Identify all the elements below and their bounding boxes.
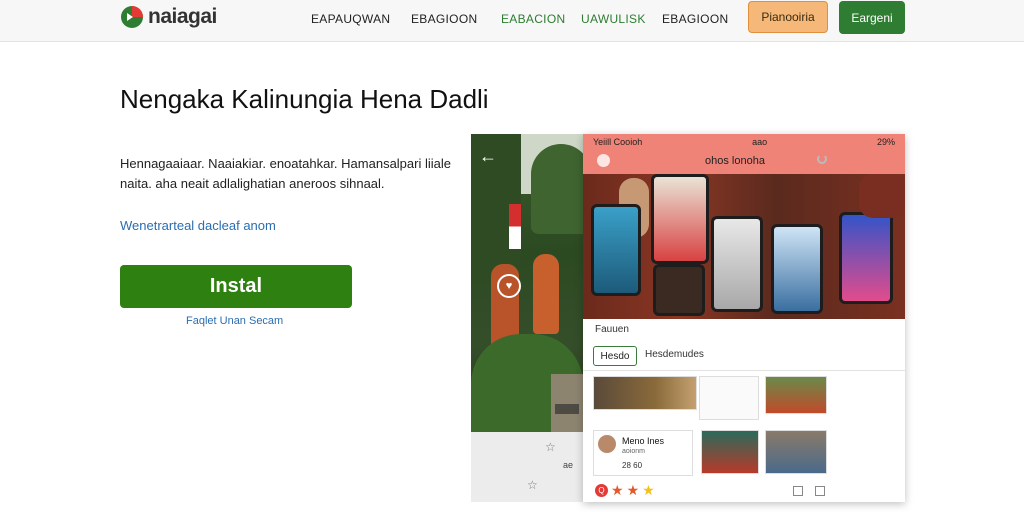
star-icon[interactable]: ★ (642, 483, 655, 497)
temple-photo: ← ♥ (471, 134, 583, 432)
app-title: ohos lonoha (705, 155, 765, 167)
section-label: Fauuen (595, 324, 629, 335)
footer-label: ae (563, 460, 574, 470)
phone-image (771, 224, 823, 314)
flag-icon (509, 204, 521, 249)
star-outline-icon[interactable]: ☆ (545, 440, 556, 454)
status-signal: aao (752, 137, 768, 147)
video-thumbnail[interactable] (701, 430, 759, 474)
video-thumbnail[interactable] (593, 376, 697, 410)
phone-image (839, 212, 893, 304)
nav-item-1[interactable]: EAPAUQWAN (311, 12, 390, 26)
logo[interactable]: naiagai (120, 5, 217, 29)
login-button[interactable]: Eargeni (839, 1, 905, 34)
top-bar: naiagai EAPAUQWAN EBAGIOON EABACION UAWU… (0, 0, 1024, 42)
hero-link[interactable]: Wenetrarteal dacleaf anom (120, 218, 276, 233)
phone-image (651, 174, 709, 264)
phones-banner (583, 174, 905, 319)
filter-chip[interactable]: Hesdo (593, 346, 637, 366)
profile-name: Meno Ines (622, 436, 665, 446)
loading-icon (817, 154, 827, 164)
hero-description: Hennagaaiaar. Naaiakiar. enoatahkar. Ham… (120, 156, 451, 191)
profile-meta: 28 60 (622, 461, 643, 470)
phone-image (653, 264, 705, 316)
avatar (598, 435, 616, 453)
install-button[interactable]: Instal (120, 265, 352, 308)
secondary-link[interactable]: Faqlet Unan Secam (186, 315, 283, 327)
app-icon[interactable] (597, 154, 610, 167)
nav-item-2[interactable]: EBAGIOON (411, 12, 477, 26)
app-screen: Yeiill Cooioh aao 29% ohos lonoha Fauuen… (583, 134, 905, 502)
phone-image (711, 216, 763, 312)
video-thumbnail[interactable] (699, 376, 759, 420)
logo-text: naiagai (148, 5, 217, 28)
divider (583, 370, 905, 371)
video-thumbnail[interactable] (765, 376, 827, 414)
video-thumbnail[interactable] (765, 430, 827, 474)
app-header: ohos lonoha (583, 150, 905, 174)
premium-button[interactable]: Pianooiria (748, 1, 828, 33)
status-bar: Yeiill Cooioh aao 29% (583, 134, 905, 150)
profile-card[interactable]: Meno Ines aoionm 28 60 (593, 430, 693, 476)
back-arrow-icon[interactable]: ← (479, 146, 497, 167)
checkbox[interactable] (793, 486, 803, 496)
rating-row: Q ★ ★ ★ (595, 483, 655, 497)
star-icon[interactable]: ★ (627, 483, 640, 497)
phone-image (591, 204, 641, 296)
star-icon[interactable]: ★ (611, 483, 624, 497)
photo-footer: ☆ ae ☆ (471, 432, 583, 502)
video-controls[interactable] (555, 404, 579, 414)
rating-badge-icon: Q (595, 483, 608, 497)
star-outline-icon[interactable]: ☆ (527, 478, 538, 492)
play-icon[interactable]: ♥ (497, 274, 521, 298)
status-carrier: Yeiill Cooioh (593, 137, 643, 147)
filter-chip-label[interactable]: Hesdemudes (645, 349, 704, 360)
status-battery: 29% (876, 137, 895, 147)
logo-icon (121, 6, 143, 28)
checkbox[interactable] (815, 486, 825, 496)
nav-item-3[interactable]: EABACION (501, 12, 565, 26)
page-title: Nengaka Kalinungia Hena Dadli (120, 84, 489, 114)
app-showcase: ← ♥ ☆ ae ☆ Yeiill Cooioh aao 29% ohos lo… (471, 134, 905, 502)
nav-item-5[interactable]: EBAGIOON (662, 12, 728, 26)
profile-subtitle: aoionm (622, 448, 645, 455)
nav-item-4[interactable]: UAWULISK (581, 12, 646, 26)
